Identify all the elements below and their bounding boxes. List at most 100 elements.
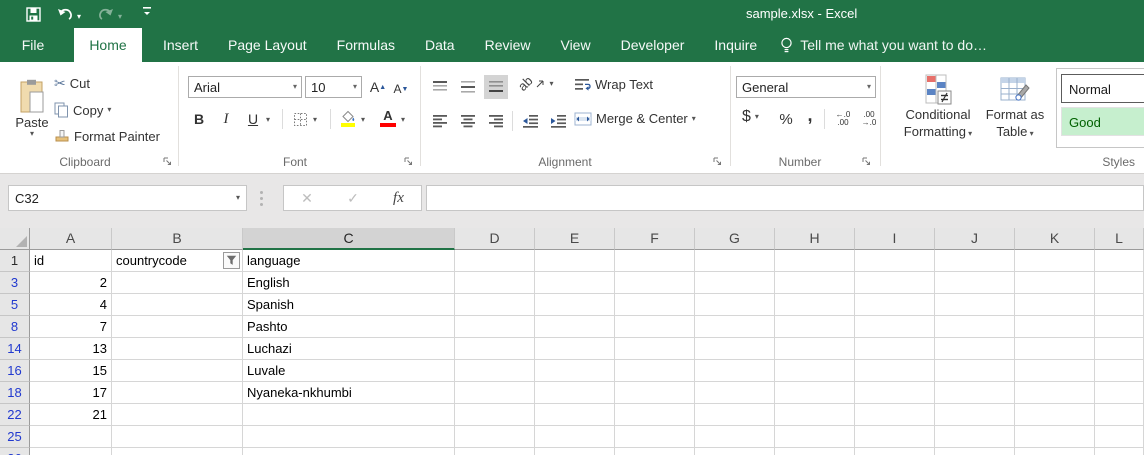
cell-A26[interactable] — [30, 448, 112, 455]
merge-center-dropdown[interactable]: ▾ — [692, 115, 696, 123]
column-header-K[interactable]: K — [1015, 228, 1095, 250]
cell-B18[interactable] — [112, 382, 243, 404]
name-box-dropdown[interactable]: ▾ — [236, 194, 246, 202]
column-header-A[interactable]: A — [30, 228, 112, 250]
cell-J14[interactable] — [935, 338, 1015, 360]
cell-A18[interactable]: 17 — [30, 382, 112, 404]
cell-I1[interactable] — [855, 250, 935, 272]
cell-J26[interactable] — [935, 448, 1015, 455]
borders-dropdown[interactable]: ▾ — [313, 116, 317, 124]
row-header-1[interactable]: 1 — [0, 250, 30, 272]
format-painter-button[interactable]: Format Painter — [54, 129, 160, 144]
cell-H1[interactable] — [775, 250, 855, 272]
cell-L3[interactable] — [1095, 272, 1144, 294]
cell-G25[interactable] — [695, 426, 775, 448]
fill-color-dropdown[interactable]: ▾ — [361, 116, 365, 124]
column-header-J[interactable]: J — [935, 228, 1015, 250]
cell-B22[interactable] — [112, 404, 243, 426]
undo-button[interactable] — [56, 6, 74, 22]
increase-font-size-button[interactable]: A▲ — [368, 76, 388, 98]
font-dialog-launcher-icon[interactable] — [404, 157, 414, 167]
formula-input[interactable] — [426, 185, 1144, 211]
cell-C25[interactable] — [243, 426, 455, 448]
cell-I18[interactable] — [855, 382, 935, 404]
cell-J1[interactable] — [935, 250, 1015, 272]
cell-J22[interactable] — [935, 404, 1015, 426]
cell-B14[interactable] — [112, 338, 243, 360]
cell-B5[interactable] — [112, 294, 243, 316]
cell-E22[interactable] — [535, 404, 615, 426]
formula-bar-drag-handle[interactable] — [260, 191, 263, 206]
column-header-L[interactable]: L — [1095, 228, 1144, 250]
top-align-button[interactable] — [428, 75, 452, 99]
cell-F5[interactable] — [615, 294, 695, 316]
align-left-button[interactable] — [428, 109, 452, 133]
cell-E5[interactable] — [535, 294, 615, 316]
cell-A16[interactable]: 15 — [30, 360, 112, 382]
cell-I14[interactable] — [855, 338, 935, 360]
column-header-C[interactable]: C — [243, 228, 455, 250]
column-header-D[interactable]: D — [455, 228, 535, 250]
decrease-indent-button[interactable] — [518, 109, 542, 133]
conditional-formatting-dropdown[interactable]: ▾ — [966, 129, 972, 138]
style-normal[interactable]: Normal — [1061, 74, 1144, 103]
cell-B3[interactable] — [112, 272, 243, 294]
cell-F1[interactable] — [615, 250, 695, 272]
cell-F3[interactable] — [615, 272, 695, 294]
column-header-H[interactable]: H — [775, 228, 855, 250]
alignment-dialog-launcher-icon[interactable] — [713, 157, 723, 167]
column-header-G[interactable]: G — [695, 228, 775, 250]
cell-J3[interactable] — [935, 272, 1015, 294]
tell-me-box[interactable]: Tell me what you want to do… — [780, 28, 987, 62]
cancel-icon[interactable]: ✕ — [301, 190, 313, 207]
conditional-formatting-button[interactable]: Conditional Formatting ▾ — [900, 66, 976, 148]
row-header-8[interactable]: 8 — [0, 316, 30, 338]
increase-decimal-button[interactable]: ←.0 .00 — [831, 108, 855, 130]
percent-style-button[interactable]: % — [774, 108, 798, 130]
row-header-26[interactable]: 26 — [0, 448, 30, 455]
italic-button[interactable]: I — [217, 108, 235, 130]
row-header-22[interactable]: 22 — [0, 404, 30, 426]
enter-icon[interactable]: ✓ — [347, 190, 359, 207]
font-family-select[interactable]: Arial▾ — [188, 76, 302, 98]
cell-C5[interactable]: Spanish — [243, 294, 455, 316]
cell-E16[interactable] — [535, 360, 615, 382]
column-header-E[interactable]: E — [535, 228, 615, 250]
cell-K25[interactable] — [1015, 426, 1095, 448]
cell-D3[interactable] — [455, 272, 535, 294]
fill-color-button[interactable] — [337, 106, 359, 130]
cell-I25[interactable] — [855, 426, 935, 448]
orientation-button[interactable]: ab ▾ — [518, 76, 553, 91]
cell-F16[interactable] — [615, 360, 695, 382]
cell-I22[interactable] — [855, 404, 935, 426]
cell-D26[interactable] — [455, 448, 535, 455]
cell-G1[interactable] — [695, 250, 775, 272]
cell-D18[interactable] — [455, 382, 535, 404]
tab-review[interactable]: Review — [472, 28, 544, 62]
row-header-16[interactable]: 16 — [0, 360, 30, 382]
cell-L1[interactable] — [1095, 250, 1144, 272]
align-right-button[interactable] — [484, 109, 508, 133]
cell-F14[interactable] — [615, 338, 695, 360]
decrease-decimal-button[interactable]: .00 →.0 — [857, 108, 881, 130]
filter-button[interactable] — [223, 252, 240, 269]
customize-quick-access-button[interactable] — [138, 3, 156, 19]
borders-button[interactable] — [290, 108, 310, 130]
cell-H22[interactable] — [775, 404, 855, 426]
merge-center-button[interactable]: Merge & Center ▾ — [574, 111, 696, 126]
tab-inquire[interactable]: Inquire — [701, 28, 770, 62]
comma-style-button[interactable]: , — [802, 104, 818, 126]
cell-G5[interactable] — [695, 294, 775, 316]
cell-L25[interactable] — [1095, 426, 1144, 448]
cell-G22[interactable] — [695, 404, 775, 426]
cell-G3[interactable] — [695, 272, 775, 294]
bottom-align-button[interactable] — [484, 75, 508, 99]
cell-H8[interactable] — [775, 316, 855, 338]
row-header-25[interactable]: 25 — [0, 426, 30, 448]
number-format-select[interactable]: General▾ — [736, 76, 876, 98]
cell-I5[interactable] — [855, 294, 935, 316]
cell-K5[interactable] — [1015, 294, 1095, 316]
cell-B26[interactable] — [112, 448, 243, 455]
cell-E3[interactable] — [535, 272, 615, 294]
align-center-button[interactable] — [456, 109, 480, 133]
